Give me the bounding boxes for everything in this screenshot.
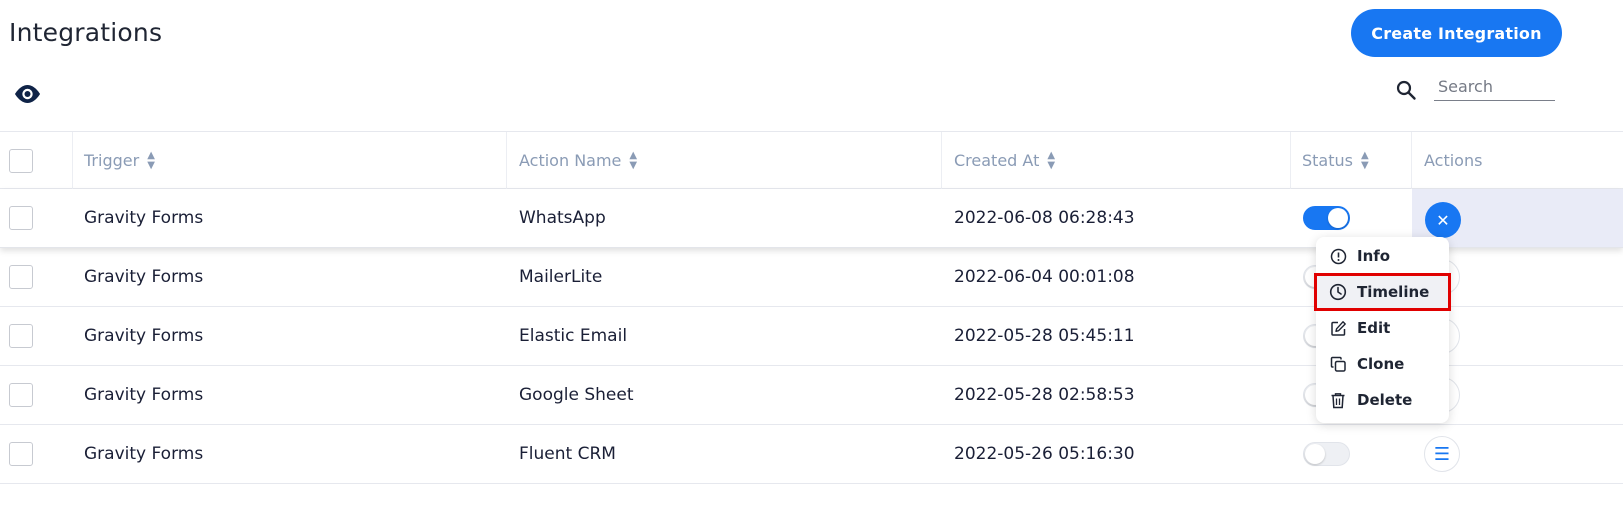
column-header-action-name[interactable]: Action Name ▲ ▼: [519, 132, 637, 189]
menu-item-label: Delete: [1357, 391, 1413, 409]
eye-icon[interactable]: [13, 84, 42, 104]
column-header-label: Actions: [1424, 151, 1483, 170]
created-at-cell: 2022-05-28 05:45:11: [954, 326, 1135, 346]
column-header-label: Status: [1302, 151, 1353, 170]
create-integration-button[interactable]: Create Integration: [1351, 9, 1562, 57]
table-header: Trigger ▲ ▼ Action Name ▲ ▼ Created At ▲ ▼ …: [0, 131, 1623, 189]
search-input[interactable]: [1434, 72, 1555, 101]
page-title: Integrations: [9, 18, 163, 47]
toggle-knob: [1305, 444, 1325, 464]
column-header-actions: Actions: [1424, 132, 1482, 189]
status-toggle[interactable]: [1303, 442, 1350, 466]
clock-icon: [1329, 283, 1347, 301]
search-icon[interactable]: [1395, 79, 1417, 101]
row-checkbox[interactable]: [9, 383, 33, 407]
actions-dropdown-menu: Info Timeline Edit Clone Delete: [1314, 237, 1451, 423]
menu-item-delete[interactable]: Delete: [1316, 383, 1449, 417]
trigger-cell: Gravity Forms: [84, 326, 204, 346]
created-at-cell: 2022-05-28 02:58:53: [954, 385, 1135, 405]
menu-icon: ☰: [1433, 443, 1451, 465]
table-row: Gravity Forms Fluent CRM 2022-05-26 05:1…: [0, 425, 1623, 484]
row-checkbox-cell: [9, 307, 33, 365]
menu-item-timeline[interactable]: Timeline: [1314, 273, 1451, 311]
row-checkbox[interactable]: [9, 442, 33, 466]
created-at-cell: 2022-06-04 00:01:08: [954, 267, 1135, 287]
action-name-cell: Elastic Email: [519, 326, 628, 346]
trigger-cell: Gravity Forms: [84, 208, 204, 228]
column-header-trigger[interactable]: Trigger ▲ ▼: [84, 132, 155, 189]
menu-item-label: Info: [1357, 247, 1391, 265]
toggle-knob: [1328, 208, 1348, 228]
trash-icon: [1329, 391, 1347, 409]
column-divider: [1411, 132, 1412, 189]
menu-item-label: Edit: [1357, 319, 1391, 337]
created-at-cell: 2022-05-26 05:16:30: [954, 444, 1135, 464]
action-name-cell: Fluent CRM: [519, 444, 616, 464]
row-checkbox-cell: [9, 425, 33, 483]
close-menu-button[interactable]: ✕: [1425, 202, 1461, 238]
created-at-cell: 2022-06-08 06:28:43: [954, 208, 1135, 228]
column-header-created-at[interactable]: Created At ▲ ▼: [954, 132, 1055, 189]
sort-icon[interactable]: ▲ ▼: [1047, 150, 1055, 171]
column-divider: [506, 132, 507, 189]
row-checkbox[interactable]: [9, 206, 33, 230]
column-divider: [1290, 132, 1291, 189]
close-icon: ✕: [1436, 210, 1450, 230]
menu-item-info[interactable]: Info: [1316, 239, 1449, 273]
column-divider: [72, 132, 73, 189]
edit-icon: [1329, 319, 1347, 337]
action-name-cell: Google Sheet: [519, 385, 634, 405]
row-menu-button[interactable]: ☰: [1424, 436, 1460, 472]
column-header-status[interactable]: Status ▲ ▼: [1302, 132, 1369, 189]
menu-item-label: Clone: [1357, 355, 1405, 373]
actions-cell: ☰: [1424, 425, 1460, 483]
trigger-cell: Gravity Forms: [84, 444, 204, 464]
trigger-cell: Gravity Forms: [84, 267, 204, 287]
sort-icon[interactable]: ▲ ▼: [1361, 150, 1369, 171]
select-all-checkbox[interactable]: [9, 148, 33, 173]
row-checkbox[interactable]: [9, 324, 33, 348]
select-all-cell: [9, 132, 33, 189]
row-checkbox-cell: [9, 366, 33, 424]
menu-item-clone[interactable]: Clone: [1316, 347, 1449, 381]
copy-icon: [1329, 355, 1347, 373]
trigger-cell: Gravity Forms: [84, 385, 204, 405]
action-name-cell: MailerLite: [519, 267, 603, 287]
info-icon: [1329, 247, 1347, 265]
sort-icon[interactable]: ▲ ▼: [629, 150, 637, 171]
status-toggle[interactable]: [1303, 206, 1350, 230]
column-header-label: Created At: [954, 151, 1040, 170]
action-name-cell: WhatsApp: [519, 208, 606, 228]
row-checkbox-cell: [9, 189, 33, 247]
sort-icon[interactable]: ▲ ▼: [147, 150, 155, 171]
column-header-label: Action Name: [519, 151, 622, 170]
row-checkbox-cell: [9, 248, 33, 306]
row-checkbox[interactable]: [9, 265, 33, 289]
column-header-label: Trigger: [84, 151, 140, 170]
menu-item-label: Timeline: [1357, 283, 1430, 301]
column-divider: [941, 132, 942, 189]
menu-item-edit[interactable]: Edit: [1316, 311, 1449, 345]
status-cell: [1303, 425, 1350, 483]
